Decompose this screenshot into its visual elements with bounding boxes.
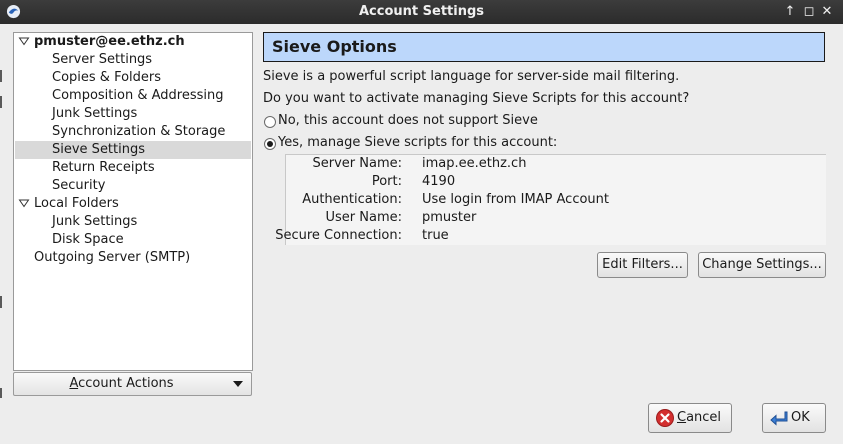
server-detail-row: User Name: pmuster: [286, 209, 826, 227]
edit-filters-button[interactable]: Edit Filters...: [597, 252, 688, 278]
chevron-down-icon: [233, 381, 243, 387]
tree-item-label: Security: [52, 178, 106, 193]
cancel-label: Cancel: [677, 410, 722, 425]
tree-item[interactable]: Security: [15, 177, 251, 195]
tree-item[interactable]: Disk Space: [15, 231, 251, 249]
server-detail-value: imap.ee.ethz.ch: [422, 156, 527, 171]
radio-yes-sieve-label[interactable]: Yes, manage Sieve scripts for this accou…: [278, 135, 557, 150]
account-actions-label: Account Actions: [69, 376, 174, 391]
tree-item-label: Composition & Addressing: [52, 88, 224, 103]
tree-item[interactable]: Junk Settings: [15, 213, 251, 231]
cancel-icon: [656, 409, 674, 427]
tree-item-label: Local Folders: [34, 196, 119, 211]
tree-item-label: Outgoing Server (SMTP): [34, 250, 191, 265]
tree-item[interactable]: Synchronization & Storage: [15, 123, 251, 141]
tree-item[interactable]: Outgoing Server (SMTP): [15, 249, 251, 267]
server-detail-value: true: [422, 228, 449, 243]
tree-item-label: Return Receipts: [52, 160, 155, 175]
window-title: Account Settings: [358, 4, 485, 19]
tree-item[interactable]: Copies & Folders: [15, 69, 251, 87]
server-detail-row: Secure Connection: true: [275, 227, 826, 245]
background-window-edge: [0, 24, 3, 444]
account-tree[interactable]: pmuster@ee.ethz.ch Server Settings Copies …: [13, 32, 253, 371]
tree-item[interactable]: Junk Settings: [15, 105, 251, 123]
maximize-button[interactable]: ◻: [801, 3, 817, 20]
tree-item[interactable]: Sieve Settings: [15, 141, 251, 159]
expand-triangle-icon[interactable]: [18, 197, 30, 209]
tree-item-label: Sieve Settings: [52, 142, 146, 157]
ok-arrow-icon: [770, 411, 788, 426]
ok-button[interactable]: OK: [762, 403, 826, 433]
change-settings-button[interactable]: Change Settings...: [698, 252, 826, 278]
server-detail-row: Authentication: Use login from IMAP Accou…: [286, 191, 826, 209]
sieve-question-text: Do you want to activate managing Sieve S…: [263, 91, 690, 106]
page-title: Sieve Options: [263, 32, 825, 62]
pin-window-button[interactable]: ↑: [782, 3, 798, 20]
server-detail-key: Port:: [371, 174, 402, 189]
cancel-button[interactable]: Cancel: [648, 403, 732, 433]
tree-item[interactable]: Composition & Addressing: [15, 87, 251, 105]
tree-item-label: Junk Settings: [52, 106, 138, 121]
server-detail-key: Authentication:: [302, 192, 402, 207]
server-detail-row: Server Name: imap.ee.ethz.ch: [286, 155, 826, 173]
window-titlebar[interactable]: Account Settings ↑ ◻ ✕: [0, 0, 843, 24]
ok-label: OK: [791, 410, 810, 425]
radio-no-sieve[interactable]: [264, 116, 276, 128]
tree-item[interactable]: Local Folders: [15, 195, 251, 213]
tree-item-label: Copies & Folders: [52, 70, 162, 85]
tree-item-label: pmuster@ee.ethz.ch: [34, 34, 185, 49]
tree-item-label: Disk Space: [52, 232, 124, 247]
expand-triangle-icon[interactable]: [18, 35, 30, 47]
server-detail-key: Secure Connection:: [275, 228, 402, 243]
account-actions-button[interactable]: Account Actions: [13, 372, 252, 396]
server-details-box: Server Name: imap.ee.ethz.ch Port: 4190 Auth…: [275, 154, 826, 245]
server-detail-key: User Name:: [325, 210, 403, 225]
tree-item[interactable]: Return Receipts: [15, 159, 251, 177]
radio-yes-sieve[interactable]: [264, 138, 276, 150]
tree-item-label: Junk Settings: [52, 214, 138, 229]
radio-no-sieve-label[interactable]: No, this account does not support Sieve: [278, 113, 538, 128]
sieve-intro-text: Sieve is a powerful script language for …: [263, 69, 680, 84]
tree-item-label: Server Settings: [52, 52, 153, 67]
server-detail-value: 4190: [422, 174, 456, 189]
tree-item[interactable]: pmuster@ee.ethz.ch: [15, 33, 251, 51]
server-detail-row: Port: 4190: [286, 173, 826, 191]
server-detail-value: Use login from IMAP Account: [422, 192, 610, 207]
server-detail-value: pmuster: [422, 210, 477, 225]
server-detail-key: Server Name:: [312, 156, 403, 171]
close-window-button[interactable]: ✕: [819, 3, 835, 20]
tree-item-label: Synchronization & Storage: [52, 124, 226, 139]
tree-item[interactable]: Server Settings: [15, 51, 251, 69]
